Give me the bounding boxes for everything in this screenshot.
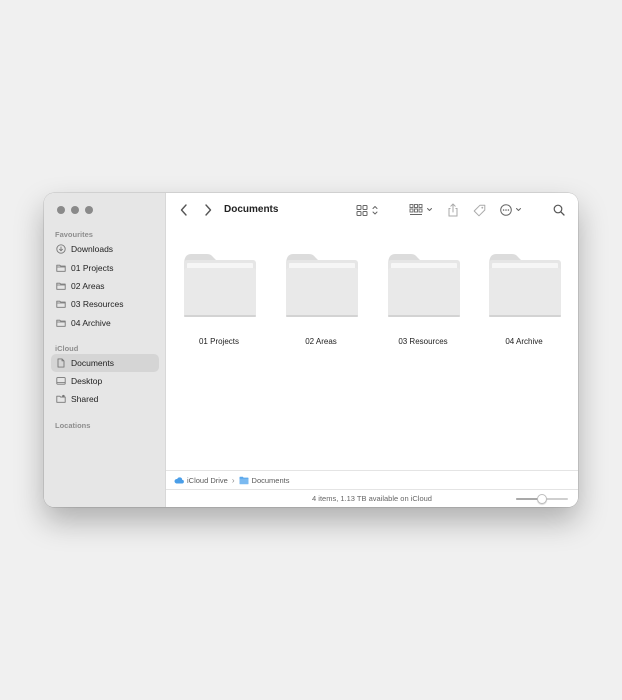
view-mode-button[interactable] [355,203,381,217]
sidebar-item-label: Downloads [71,244,114,254]
slider-knob[interactable] [537,494,547,504]
path-segment-documents[interactable]: Documents [252,476,290,485]
search-icon [553,204,565,216]
sidebar-item-downloads[interactable]: Downloads [51,240,159,258]
sidebar-item-label: 03 Resources [71,299,124,309]
folder-icon [56,263,66,273]
sidebar-item-03-resources[interactable]: 03 Resources [51,295,159,313]
share-button[interactable] [446,202,460,218]
ellipsis-circle-icon [500,204,521,216]
finder-window: Favourites Downloads 01 Projects 02 Area… [44,193,578,507]
folder-item[interactable]: 03 Resources [383,251,463,346]
sidebar-item-label: Desktop [71,376,103,386]
share-icon [448,203,458,217]
folder-icon [285,254,358,317]
main-pane: Documents 01 Projects 02 Areas 03 Resour… [166,193,578,507]
chevron-right-icon: › [231,475,235,485]
folder-label: 02 Areas [305,337,337,346]
folder-label: 04 Archive [505,337,543,346]
icon-view-grid-icon [356,205,378,216]
search-button[interactable] [552,203,566,217]
sidebar-item-shared[interactable]: Shared [51,390,159,408]
sidebar-item-label: Documents [71,358,114,368]
sidebar-item-label: 01 Projects [71,263,114,273]
sidebar-item-label: 04 Archive [71,318,111,328]
folder-icon [239,475,249,485]
folder-icon [56,299,66,309]
sidebar-item-01-projects[interactable]: 01 Projects [51,259,159,277]
folder-label: 03 Resources [398,337,448,346]
folder-icon [56,318,66,328]
window-controls [57,206,93,214]
minimize-window-button[interactable] [71,206,79,214]
sidebar-item-04-archive[interactable]: 04 Archive [51,314,159,332]
sidebar-section-locations: Locations [55,421,91,430]
sidebar-item-documents[interactable]: Documents [51,354,159,372]
chevron-right-icon [205,204,212,216]
chevron-left-icon [180,204,187,216]
sidebar-section-favourites: Favourites [55,230,93,239]
toolbar: Documents [166,193,578,227]
icloud-icon [174,475,184,485]
group-grid-icon [409,204,432,215]
sidebar-item-desktop[interactable]: Desktop [51,372,159,390]
window-title: Documents [224,204,279,215]
icon-size-slider[interactable] [516,494,568,504]
path-segment-icloud-drive[interactable]: iCloud Drive [187,476,228,485]
path-bar: iCloud Drive › Documents [166,470,578,489]
shared-folder-icon [56,394,66,404]
back-button[interactable] [178,203,190,217]
status-text: 4 items, 1.13 TB available on iCloud [312,494,432,503]
sidebar-section-icloud: iCloud [55,344,79,353]
folder-icon [183,254,256,317]
close-window-button[interactable] [57,206,65,214]
forward-button[interactable] [202,203,214,217]
sidebar-item-label: 02 Areas [71,281,105,291]
desktop-icon [56,376,66,386]
sidebar: Favourites Downloads 01 Projects 02 Area… [44,193,166,507]
folder-item[interactable]: 02 Areas [281,251,361,346]
folder-item[interactable]: 04 Archive [484,251,564,346]
zoom-window-button[interactable] [85,206,93,214]
document-icon [56,358,66,368]
status-bar: 4 items, 1.13 TB available on iCloud [166,489,578,507]
sidebar-item-02-areas[interactable]: 02 Areas [51,277,159,295]
download-icon [56,244,66,254]
folder-item[interactable]: 01 Projects [179,251,259,346]
tag-button[interactable] [472,203,486,217]
group-by-button[interactable] [408,203,436,217]
folder-icon [387,254,460,317]
folder-label: 01 Projects [198,337,240,346]
more-actions-button[interactable] [499,203,525,217]
tag-icon [473,204,485,216]
folder-icon [56,281,66,291]
folder-icon [488,254,561,317]
sidebar-item-label: Shared [71,394,99,404]
